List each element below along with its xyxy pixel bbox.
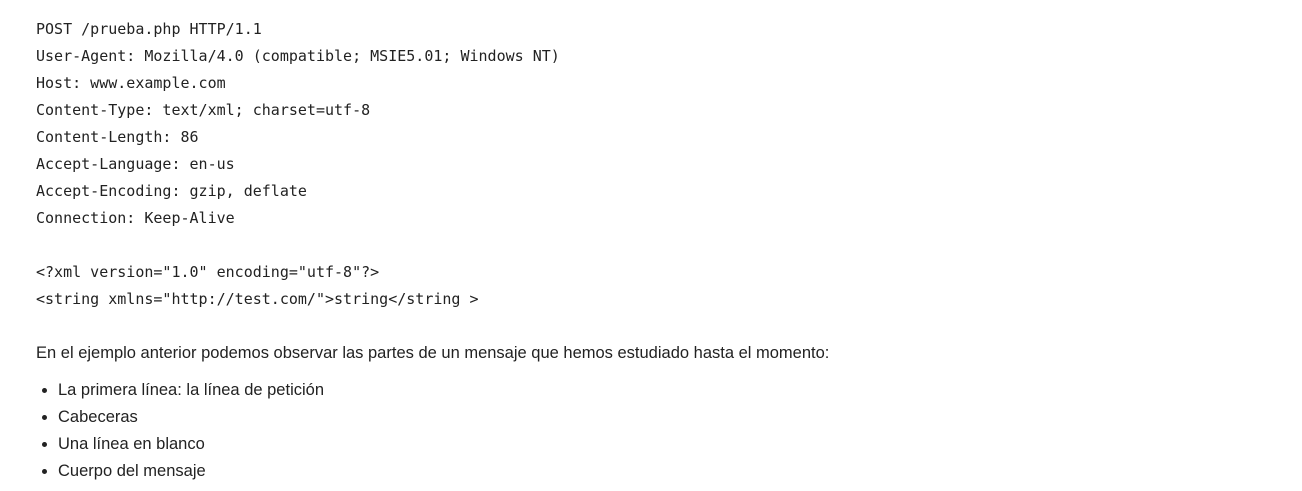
code-line: Accept-Language: en-us	[36, 155, 235, 173]
code-line: Content-Type: text/xml; charset=utf-8	[36, 101, 371, 119]
code-line: Accept-Encoding: gzip, deflate	[36, 182, 307, 200]
list-item: Cuerpo del mensaje	[58, 458, 324, 485]
code-line: Host: www.example.com	[36, 74, 226, 92]
code-line: POST /prueba.php HTTP/1.1	[36, 20, 262, 38]
message-parts-list: La primera línea: la línea de petición C…	[36, 377, 324, 485]
list-item: La primera línea: la línea de petición	[58, 377, 324, 404]
intro-paragraph: En el ejemplo anterior podemos observar …	[36, 344, 830, 362]
code-line: <string xmlns="http://test.com/">string<…	[36, 290, 479, 308]
list-item: Una línea en blanco	[58, 431, 324, 458]
code-line: User-Agent: Mozilla/4.0 (compatible; MSI…	[36, 47, 560, 65]
code-line: Content-Length: 86	[36, 128, 199, 146]
code-line: <?xml version="1.0" encoding="utf-8"?>	[36, 263, 380, 281]
http-request-code-block: POST /prueba.php HTTP/1.1 User-Agent: Moz…	[36, 16, 1276, 313]
list-item: Cabeceras	[58, 404, 324, 431]
article-content: POST /prueba.php HTTP/1.1 User-Agent: Moz…	[36, 16, 1276, 480]
code-line: Connection: Keep-Alive	[36, 209, 235, 227]
